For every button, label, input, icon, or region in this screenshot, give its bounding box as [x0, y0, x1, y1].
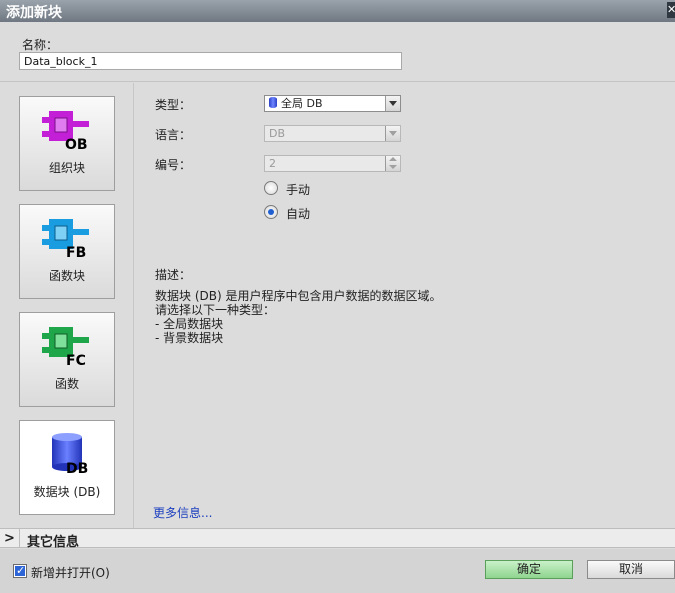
properties-panel: 类型： 全局 DB 语言： DB 编号： 2 手动 自动 描述： 数据块 (DB…	[135, 83, 675, 528]
auto-radio[interactable]	[264, 205, 278, 219]
language-label: 语言：	[155, 128, 192, 142]
fb-block-button[interactable]: FB 函数块	[19, 204, 115, 299]
footer-bar: ✓ 新增并打开(O) 确定 取消	[0, 549, 675, 593]
number-stepper: 2	[264, 155, 401, 172]
db-block-label: 数据块 (DB)	[33, 485, 101, 499]
number-value: 2	[269, 157, 276, 170]
ob-block-label: 组织块	[48, 161, 85, 175]
block-type-panel: OB 组织块 FB 函数块 FC 函数 DB 数据块 (DB)	[0, 83, 134, 528]
block-name-input[interactable]	[19, 52, 402, 70]
chevron-down-icon[interactable]	[385, 96, 400, 111]
db-mini-icon	[269, 97, 277, 108]
manual-radio-label: 手动	[286, 183, 311, 197]
other-info-section[interactable]: > 其它信息	[0, 528, 675, 550]
fb-block-icon: FB	[42, 219, 89, 259]
description-title: 描述：	[155, 268, 192, 282]
dialog-titlebar: 添加新块 ✕	[0, 0, 675, 22]
dialog-title: 添加新块	[6, 5, 62, 21]
auto-radio-label: 自动	[286, 207, 311, 221]
more-info-link[interactable]: 更多信息...	[153, 504, 212, 521]
db-block-button[interactable]: DB 数据块 (DB)	[19, 420, 115, 515]
ok-button[interactable]: 确定	[485, 560, 573, 579]
db-block-icon: DB	[52, 433, 88, 475]
name-label: 名称：	[22, 38, 59, 52]
db-badge: DB	[66, 461, 88, 475]
name-section: 名称：	[0, 22, 675, 82]
chevron-down-icon	[385, 126, 400, 141]
ob-badge: OB	[65, 137, 88, 151]
fc-block-icon: FC	[42, 327, 89, 367]
manual-radio[interactable]	[264, 181, 278, 195]
language-select: DB	[264, 125, 401, 142]
divider	[19, 529, 20, 548]
ob-block-button[interactable]: OB 组织块	[19, 96, 115, 191]
add-and-open-label: 新增并打开(O)	[31, 566, 110, 580]
ob-block-icon: OB	[42, 111, 89, 151]
language-select-value: DB	[269, 127, 286, 140]
number-label: 编号：	[155, 158, 192, 172]
type-select-value: 全局 DB	[281, 97, 323, 110]
description-text: 数据块 (DB) 是用户程序中包含用户数据的数据区域。 请选择以下一种类型： -…	[155, 289, 442, 345]
fc-block-button[interactable]: FC 函数	[19, 312, 115, 407]
type-label: 类型：	[155, 98, 192, 112]
chevron-right-icon[interactable]: >	[4, 531, 15, 546]
cancel-button[interactable]: 取消	[587, 560, 675, 579]
fc-block-label: 函数	[54, 377, 79, 391]
check-icon: ✓	[16, 564, 26, 577]
fb-badge: FB	[66, 245, 86, 259]
type-select[interactable]: 全局 DB	[264, 95, 401, 112]
other-info-label: 其它信息	[27, 535, 80, 550]
fb-block-label: 函数块	[48, 269, 85, 283]
add-and-open-checkbox[interactable]: ✓	[13, 564, 27, 578]
spinner-arrows-icon	[385, 156, 400, 171]
fc-badge: FC	[66, 353, 86, 367]
close-icon[interactable]: ✕	[667, 2, 675, 18]
